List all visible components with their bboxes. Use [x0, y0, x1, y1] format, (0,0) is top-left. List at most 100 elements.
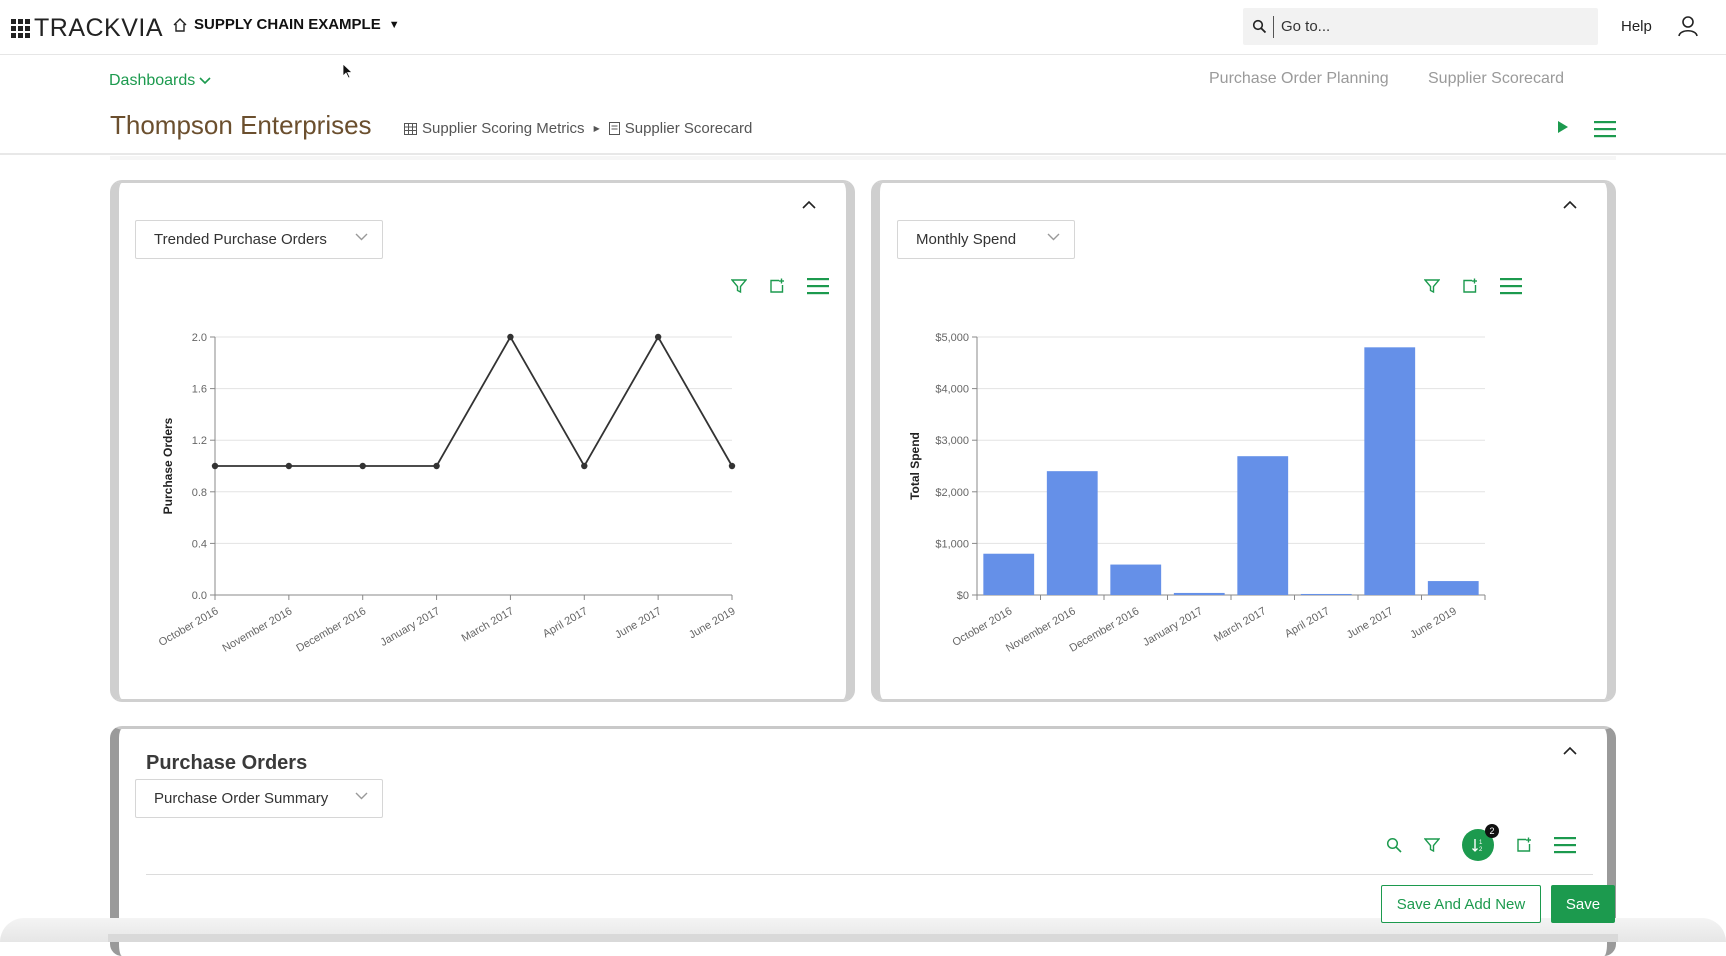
- breadcrumb: Supplier Scoring Metrics ▶ Supplier Scor…: [404, 120, 752, 137]
- help-link[interactable]: Help: [1621, 18, 1652, 35]
- table-header-divider: [146, 874, 1593, 875]
- purchase-orders-title: Purchase Orders: [146, 752, 308, 774]
- y-tick-label: $5,000: [935, 332, 969, 344]
- footer-shadow: [108, 934, 1618, 942]
- x-tick-label: November 2016: [1004, 605, 1078, 655]
- y-tick-label: $1,000: [935, 538, 969, 550]
- collapse-icon[interactable]: [1563, 746, 1577, 755]
- search-icon: [1386, 837, 1402, 853]
- y-tick-label: $2,000: [935, 487, 969, 499]
- monthly-spend-panel: Monthly Spend $0 $1,000 $2,000 $3,000 $4,000…: [871, 180, 1616, 702]
- y-axis-label: Total Spend: [908, 432, 922, 500]
- x-tick-label: December 2016: [1067, 605, 1141, 655]
- x-tick-label: June 2017: [1345, 605, 1396, 641]
- x-tick-label: October 2016: [951, 605, 1015, 649]
- bar: [1173, 592, 1225, 595]
- user-icon[interactable]: [1677, 15, 1699, 37]
- bar: [1427, 581, 1479, 595]
- svg-text:2: 2: [1479, 847, 1483, 852]
- chevron-down-icon: [355, 792, 368, 800]
- x-tick-label: October 2016: [157, 605, 221, 649]
- y-tick-label: 1.2: [192, 435, 207, 447]
- view-selector[interactable]: Purchase Order Summary: [135, 779, 383, 818]
- page-title: Thompson Enterprises: [110, 110, 372, 140]
- x-tick-label: March 2017: [1212, 605, 1268, 644]
- y-tick-label: 0.8: [192, 487, 207, 499]
- caret-down-icon: ▼: [388, 18, 400, 31]
- x-tick-label: June 2019: [1408, 605, 1459, 641]
- table-toolbar: 12 2: [1364, 824, 1576, 861]
- data-point: [581, 462, 588, 470]
- sort-badge: 12 2: [1462, 824, 1499, 861]
- data-point: [654, 333, 662, 341]
- data-point: [433, 462, 440, 470]
- nav-purchase-order-planning[interactable]: Purchase Order Planning: [1209, 70, 1389, 88]
- y-axis-label: Purchase Orders: [161, 417, 175, 514]
- bar: [1110, 564, 1162, 595]
- home-icon: [173, 17, 187, 32]
- y-tick-label: $4,000: [935, 384, 969, 396]
- mouse-cursor-icon: [342, 63, 353, 79]
- sort-button[interactable]: 12 2: [1462, 824, 1499, 861]
- add-to-dashboard-button[interactable]: [1516, 837, 1532, 853]
- header-shadow: [110, 156, 1616, 160]
- data-point: [728, 462, 736, 470]
- monthly-spend-chart: $0 $1,000 $2,000 $3,000 $4,000 $5,000 Total Sp…: [908, 332, 1486, 655]
- dashboards-label: Dashboards: [109, 72, 196, 89]
- breadcrumb-supplier-scorecard[interactable]: Supplier Scorecard: [625, 120, 753, 137]
- header-divider: [0, 153, 1726, 155]
- trended-purchase-orders-panel: Trended Purchase Orders 0.0 0.4 0.8 1.2 1.6 2…: [110, 180, 855, 702]
- search-input[interactable]: [1281, 18, 1561, 35]
- filter-button[interactable]: [1424, 837, 1440, 853]
- search-box[interactable]: [1243, 8, 1598, 45]
- form-icon: [608, 122, 620, 135]
- breadcrumb-supplier-scoring-metrics[interactable]: Supplier Scoring Metrics: [422, 120, 585, 137]
- menu-icon: [1554, 837, 1576, 854]
- series-line: [215, 335, 733, 468]
- filter-icon: [1424, 838, 1440, 853]
- table-menu-button[interactable]: [1554, 836, 1576, 854]
- app-name: SUPPLY CHAIN EXAMPLE: [194, 16, 381, 33]
- trended-purchase-orders-chart: 0.0 0.4 0.8 1.2 1.6 2.0 Purchase Orders October…: [157, 332, 738, 655]
- play-icon[interactable]: [1557, 120, 1569, 134]
- breadcrumb-separator-icon: ▶: [593, 124, 600, 133]
- x-tick-label: April 2017: [1283, 605, 1332, 640]
- menu-icon[interactable]: [1594, 120, 1616, 138]
- data-point: [211, 462, 219, 470]
- logo-grid-icon: [11, 19, 30, 38]
- sort-icon: 12: [1472, 839, 1483, 852]
- data-point: [359, 462, 366, 470]
- logo-text: TRACKVIA: [34, 14, 164, 42]
- add-box-icon: [1517, 837, 1531, 852]
- bar: [1237, 456, 1289, 595]
- save-and-add-new-button[interactable]: Save And Add New: [1381, 885, 1541, 923]
- y-tick-label: 0.4: [192, 538, 207, 550]
- x-tick-label: June 2019: [687, 605, 738, 641]
- x-tick-label: March 2017: [460, 605, 516, 644]
- y-tick-label: 0.0: [192, 590, 207, 602]
- x-tick-label: December 2016: [294, 605, 368, 655]
- search-icon: [1252, 19, 1267, 34]
- bar: [1300, 593, 1352, 595]
- x-tick-label: January 2017: [1141, 605, 1205, 649]
- y-tick-label: $0: [957, 590, 969, 602]
- svg-text:1: 1: [1479, 840, 1483, 846]
- search-button[interactable]: [1386, 837, 1402, 853]
- search-divider: [1273, 15, 1274, 38]
- bar: [983, 553, 1035, 595]
- bar: [1364, 347, 1416, 595]
- trackvia-logo[interactable]: TRACKVIA: [11, 14, 163, 43]
- nav-supplier-scorecard[interactable]: Supplier Scorecard: [1428, 70, 1564, 88]
- sort-count-badge: 2: [1485, 824, 1499, 838]
- x-tick-label: November 2016: [221, 605, 295, 655]
- app-switcher[interactable]: SUPPLY CHAIN EXAMPLE ▼: [172, 16, 400, 33]
- data-point: [285, 462, 293, 470]
- y-tick-label: 1.6: [192, 384, 207, 396]
- y-tick-label: 2.0: [192, 332, 207, 344]
- save-button[interactable]: Save: [1551, 885, 1615, 923]
- x-tick-label: June 2017: [613, 605, 664, 641]
- dashboards-dropdown[interactable]: Dashboards: [109, 72, 211, 90]
- x-tick-label: April 2017: [541, 605, 590, 640]
- x-tick-label: January 2017: [378, 605, 442, 649]
- bar: [1046, 471, 1098, 595]
